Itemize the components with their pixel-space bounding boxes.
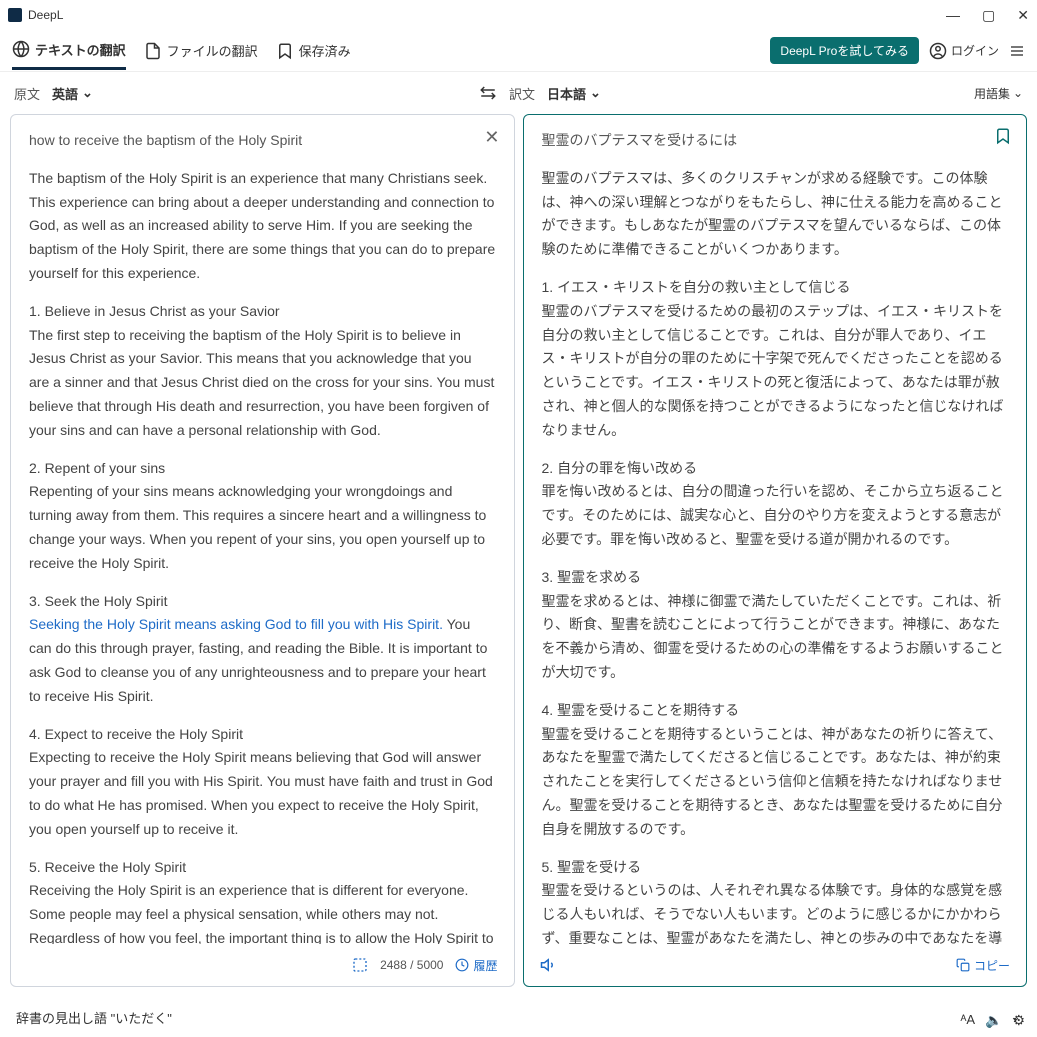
target-lang-selector[interactable]: 日本語 ⌄ xyxy=(547,84,601,103)
clear-source-icon[interactable]: ✕ xyxy=(484,127,499,148)
dictionary-bar[interactable]: 辞書の見出し語 "いただく" ⌄ xyxy=(0,997,1037,1037)
try-pro-button[interactable]: DeepL Proを試してみる xyxy=(770,37,919,64)
select-icon[interactable] xyxy=(352,957,368,973)
source-lang-selector[interactable]: 英語 ⌄ xyxy=(52,84,93,103)
tab-file-translate[interactable]: ファイルの翻訳 xyxy=(144,33,258,68)
font-icon[interactable]: ᴬA xyxy=(960,1012,975,1029)
app-logo-icon xyxy=(8,8,22,22)
translation-area: ✕ how to receive the baptism of the Holy… xyxy=(0,114,1037,997)
glossary-button[interactable]: 用語集 ⌄ xyxy=(974,85,1023,102)
status-bar-icons: ᴬA 🔈 ⚙ xyxy=(960,1012,1025,1029)
copy-icon xyxy=(956,958,970,972)
settings-icon[interactable]: ⚙ xyxy=(1012,1012,1025,1029)
target-text-area[interactable]: 聖霊のバプテスマを受けるには 聖霊のバプテスマは、多くのクリスチャンが求める経験… xyxy=(524,115,1027,944)
menu-icon[interactable] xyxy=(1009,43,1025,59)
dictionary-label: 辞書の見出し語 "いただく" xyxy=(16,1008,172,1027)
file-icon xyxy=(144,42,162,60)
bookmark-translation-icon[interactable] xyxy=(994,127,1012,145)
language-bar: 原文 英語 ⌄ 訳文 日本語 ⌄ 用語集 ⌄ xyxy=(0,72,1037,114)
bookmark-icon xyxy=(276,42,294,60)
source-text-area[interactable]: how to receive the baptism of the Holy S… xyxy=(11,115,514,944)
history-icon xyxy=(455,958,469,972)
history-button[interactable]: 履歴 xyxy=(455,957,497,974)
main-toolbar: テキストの翻訳 ファイルの翻訳 保存済み DeepL Proを試してみる ログイ… xyxy=(0,30,1037,72)
volume-icon[interactable]: 🔈 xyxy=(985,1012,1002,1029)
user-icon xyxy=(929,42,947,60)
minimize-icon[interactable]: — xyxy=(946,7,960,24)
tab-text-translate[interactable]: テキストの翻訳 xyxy=(12,32,126,70)
source-pane-footer: 2488 / 5000 履歴 xyxy=(11,944,514,986)
app-title: DeepL xyxy=(28,8,63,22)
target-lang-label: 訳文 xyxy=(509,84,535,103)
login-button[interactable]: ログイン xyxy=(929,42,999,60)
swap-languages-icon[interactable] xyxy=(479,84,497,102)
target-pane: 聖霊のバプテスマを受けるには 聖霊のバプテスマは、多くのクリスチャンが求める経験… xyxy=(523,114,1028,987)
maximize-icon[interactable]: ▢ xyxy=(982,7,995,24)
source-pane: ✕ how to receive the baptism of the Holy… xyxy=(10,114,515,987)
chevron-down-icon: ⌄ xyxy=(82,85,93,101)
chevron-down-icon: ⌄ xyxy=(1013,86,1023,100)
copy-button[interactable]: コピー xyxy=(956,957,1010,974)
char-count: 2488 / 5000 xyxy=(380,958,443,972)
source-lang-label: 原文 xyxy=(14,84,40,103)
highlighted-text: Seeking the Holy Spirit means asking God… xyxy=(29,616,443,632)
chevron-down-icon: ⌄ xyxy=(590,85,601,101)
tab-saved[interactable]: 保存済み xyxy=(276,33,351,68)
target-pane-footer: コピー xyxy=(524,944,1027,986)
speaker-icon[interactable] xyxy=(540,956,558,974)
globe-icon xyxy=(12,40,30,58)
close-icon[interactable]: ✕ xyxy=(1017,7,1029,24)
window-titlebar: DeepL — ▢ ✕ xyxy=(0,0,1037,30)
